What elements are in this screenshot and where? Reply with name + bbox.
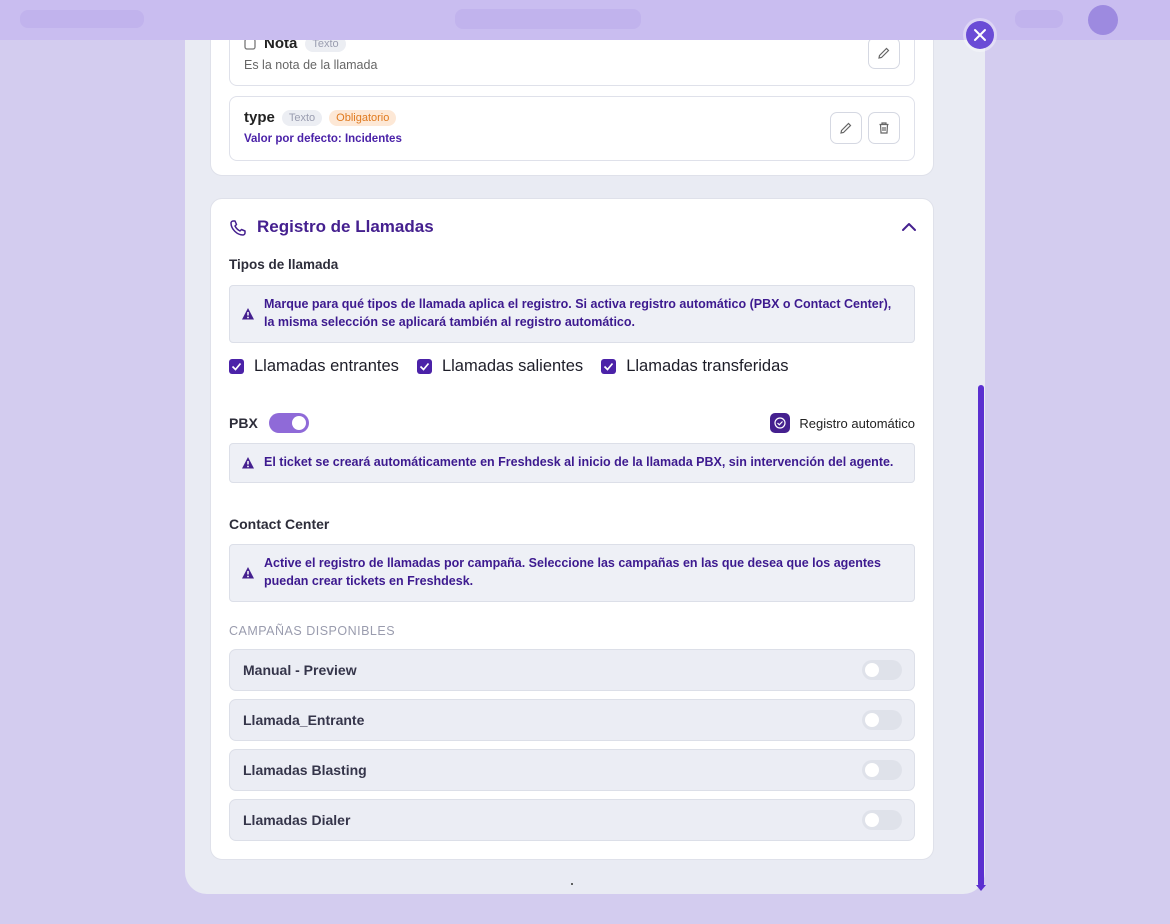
auto-register-label: Registro automático (799, 415, 915, 431)
chevron-up-icon[interactable] (901, 221, 917, 233)
footer-dot (571, 883, 573, 885)
background-logo (20, 10, 144, 28)
contact-center-notice: Active el registro de llamadas por campa… (229, 544, 915, 602)
field-header: type Texto Obligatorio (244, 109, 397, 126)
checkbox-label: Llamadas salientes (441, 357, 584, 375)
edit-button[interactable] (868, 40, 900, 69)
fields-panel: Nota Texto Es la nota de la llamada type… (210, 40, 934, 176)
pbx-notice: El ticket se creará automáticamente en F… (229, 443, 915, 483)
field-name: type (244, 109, 275, 126)
field-description: Es la nota de la llamada (244, 58, 378, 72)
call-types-notice: Marque para qué tipos de llamada aplica … (229, 285, 915, 343)
checkbox-transferred[interactable]: Llamadas transferidas (601, 357, 789, 376)
checkbox-label: Llamadas entrantes (254, 357, 399, 375)
notice-text: Marque para qué tipos de llamada aplica … (264, 297, 892, 329)
config-modal: Nota Texto Es la nota de la llamada type… (185, 40, 985, 894)
scrollbar[interactable] (978, 385, 984, 887)
campaign-row: Llamada_Entrante (229, 699, 915, 741)
default-value: Valor por defecto: Incidentes (244, 133, 402, 145)
campaign-row: Llamadas Dialer (229, 799, 915, 841)
background-header (0, 0, 1170, 40)
type-chip: Texto (281, 109, 323, 126)
call-types-heading: Tipos de llamada (229, 257, 339, 272)
trash-icon (879, 122, 889, 134)
field-header: Nota Texto (244, 40, 346, 52)
campaign-toggle[interactable] (862, 660, 902, 680)
pencil-icon (878, 47, 890, 59)
auto-register-option[interactable]: Registro automático (770, 413, 915, 433)
checkbox-checked[interactable] (229, 359, 244, 374)
checkbox-outgoing[interactable]: Llamadas salientes (416, 357, 584, 376)
type-chip: Texto (305, 40, 346, 52)
warning-icon (242, 457, 254, 469)
field-icon (244, 40, 256, 50)
field-name: Nota (264, 40, 298, 52)
campaign-label: Llamada_Entrante (243, 712, 365, 728)
background-avatar (1088, 5, 1118, 35)
field-card-type: type Texto Obligatorio Valor por defecto… (229, 96, 915, 161)
pbx-label: PBX (229, 415, 258, 431)
campaign-row: Llamadas Blasting (229, 749, 915, 791)
check-icon (604, 362, 614, 371)
field-card-nota: Nota Texto Es la nota de la llamada (229, 40, 915, 86)
edit-button[interactable] (830, 112, 862, 144)
background-search (455, 9, 641, 29)
scrollbar-down-arrow[interactable] (976, 885, 986, 891)
section-title: Registro de Llamadas (257, 217, 434, 236)
notice-text: Active el registro de llamadas por campa… (264, 556, 881, 588)
pencil-icon (840, 122, 852, 134)
campaign-row: Manual - Preview (229, 649, 915, 691)
background-control (1015, 10, 1063, 28)
campaign-label: Manual - Preview (243, 662, 357, 678)
close-modal-button[interactable] (966, 21, 994, 49)
contact-center-heading: Contact Center (229, 516, 330, 532)
warning-icon (242, 567, 254, 579)
checkbox-incoming[interactable]: Llamadas entrantes (229, 357, 399, 376)
check-icon (419, 362, 430, 371)
call-log-panel: Registro de Llamadas Tipos de llamada Ma… (210, 198, 934, 860)
campaigns-heading: CAMPAÑAS DISPONIBLES (229, 624, 396, 638)
campaign-label: Llamadas Blasting (243, 762, 367, 778)
call-types-checkboxes: Llamadas entrantes Llamadas salientes Ll… (229, 357, 789, 376)
checkbox-label: Llamadas transferidas (626, 357, 789, 375)
pbx-toggle[interactable] (269, 413, 309, 433)
close-icon (974, 29, 986, 41)
campaign-toggle[interactable] (862, 760, 902, 780)
campaign-toggle[interactable] (862, 810, 902, 830)
delete-button[interactable] (868, 112, 900, 144)
required-chip: Obligatorio (329, 109, 397, 126)
warning-icon (242, 308, 254, 320)
checkbox-checked[interactable] (601, 359, 617, 374)
auto-register-checkbox[interactable] (770, 413, 791, 433)
phone-icon (230, 220, 246, 236)
check-icon (231, 362, 242, 371)
checkbox-checked[interactable] (416, 359, 432, 374)
campaign-label: Llamadas Dialer (243, 812, 351, 828)
check-circle-icon (774, 417, 786, 429)
notice-text: El ticket se creará automáticamente en F… (264, 455, 894, 469)
campaign-toggle[interactable] (862, 710, 902, 730)
